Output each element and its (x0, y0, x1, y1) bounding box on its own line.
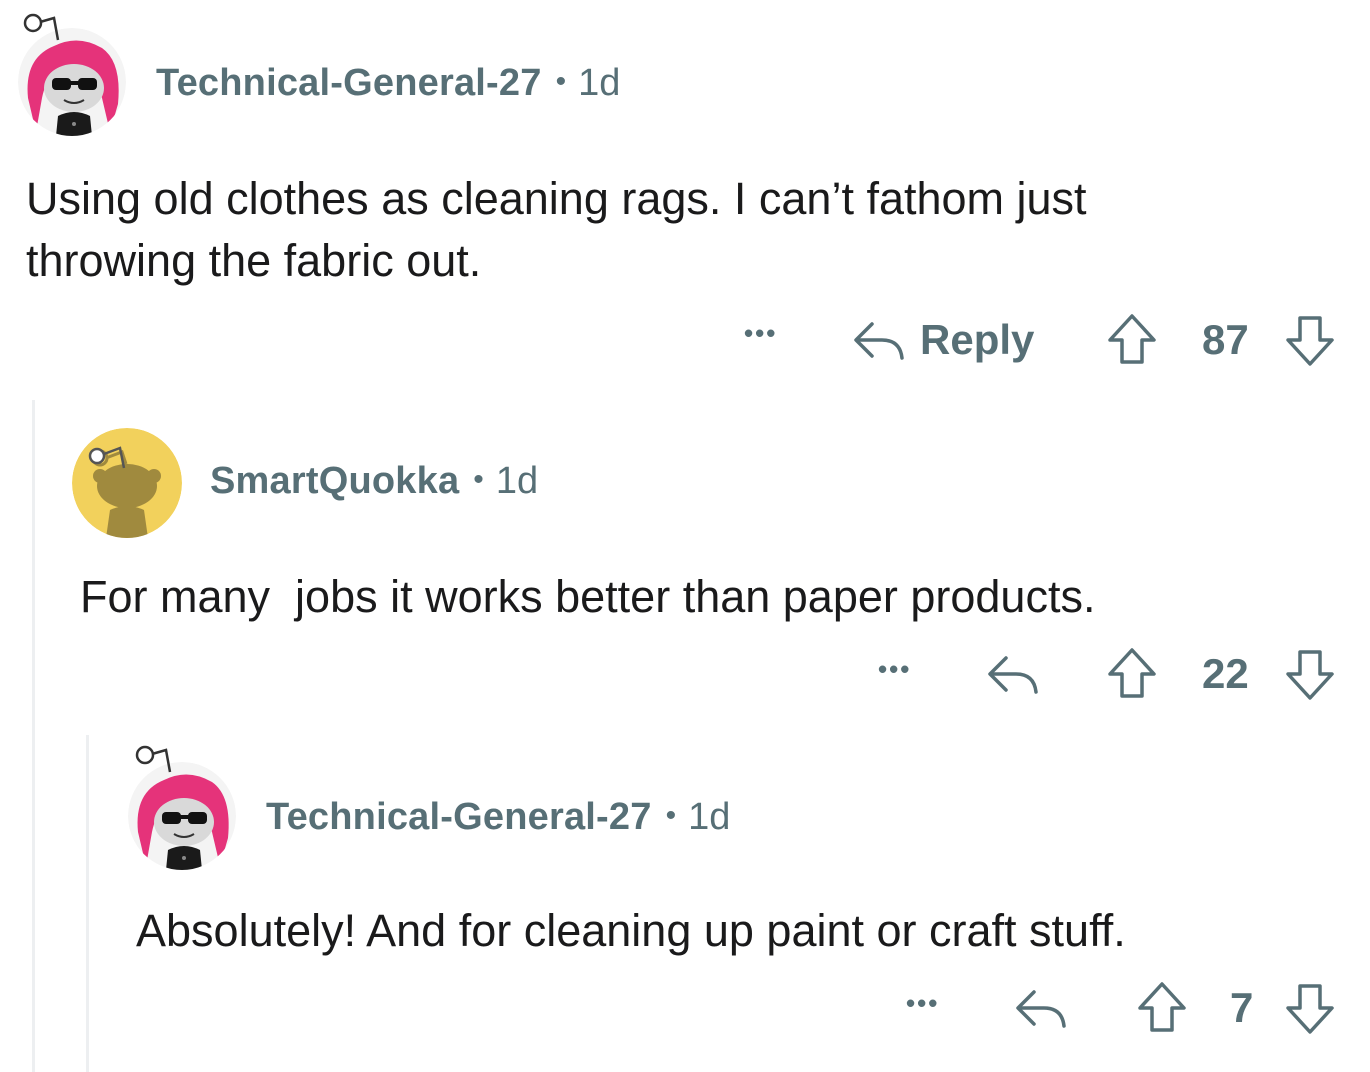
comment-header: SmartQuokka • 1d (210, 460, 538, 503)
upvote-icon[interactable] (1106, 312, 1158, 366)
more-options-button[interactable]: ••• (906, 988, 939, 1019)
comment-line: throwing the fabric out. (26, 235, 482, 286)
downvote-icon[interactable] (1284, 982, 1336, 1036)
pink-hair-snoo-avatar-icon (18, 28, 126, 136)
comment-actions: ••• 22 (0, 646, 1370, 706)
username[interactable]: Technical-General-27 (156, 62, 542, 105)
vote-score: 22 (1202, 650, 1249, 697)
comment-body: Using old clothes as cleaning rags. I ca… (26, 168, 1087, 292)
downvote-icon[interactable] (1284, 314, 1336, 368)
comment-actions: ••• Reply 87 (0, 310, 1370, 370)
comment-age[interactable]: 1d (496, 460, 538, 503)
antenna-icon (88, 446, 126, 469)
reply-icon[interactable] (1012, 986, 1068, 1030)
pink-hair-snoo-avatar-icon (128, 762, 236, 870)
separator-dot: • (555, 65, 567, 98)
upvote-icon[interactable] (1136, 980, 1188, 1034)
vote-score: 7 (1230, 984, 1254, 1031)
comment-header: Technical-General-27 • 1d (156, 62, 620, 105)
comment-line: For many jobs it works better than paper… (80, 571, 1096, 622)
separator-dot: • (665, 799, 677, 832)
downvote-icon[interactable] (1284, 648, 1336, 702)
reply-icon[interactable] (984, 652, 1040, 696)
comment-body: Absolutely! And for cleaning up paint or… (136, 900, 1126, 962)
comment-age[interactable]: 1d (578, 62, 620, 105)
antenna-icon (23, 13, 60, 41)
reply-button[interactable]: Reply (920, 316, 1034, 364)
comment-body: For many jobs it works better than paper… (80, 566, 1095, 628)
thread-line-level-1[interactable] (32, 400, 35, 1072)
more-options-button[interactable]: ••• (744, 318, 777, 349)
separator-dot: • (473, 463, 484, 496)
username[interactable]: SmartQuokka (210, 460, 459, 503)
avatar[interactable] (18, 28, 126, 136)
more-options-button[interactable]: ••• (878, 654, 911, 685)
reply-icon[interactable] (850, 318, 906, 362)
upvote-icon[interactable] (1106, 646, 1158, 700)
antenna-icon (135, 745, 172, 773)
username[interactable]: Technical-General-27 (266, 796, 652, 839)
comment-header: Technical-General-27 • 1d (266, 796, 730, 839)
avatar[interactable] (128, 762, 236, 870)
comment-line: Absolutely! And for cleaning up paint or… (136, 905, 1126, 956)
vote-score: 87 (1202, 316, 1249, 363)
comment-age[interactable]: 1d (688, 796, 730, 839)
comment-actions: ••• 7 (0, 980, 1370, 1040)
comment-line: Using old clothes as cleaning rags. I ca… (26, 173, 1087, 224)
